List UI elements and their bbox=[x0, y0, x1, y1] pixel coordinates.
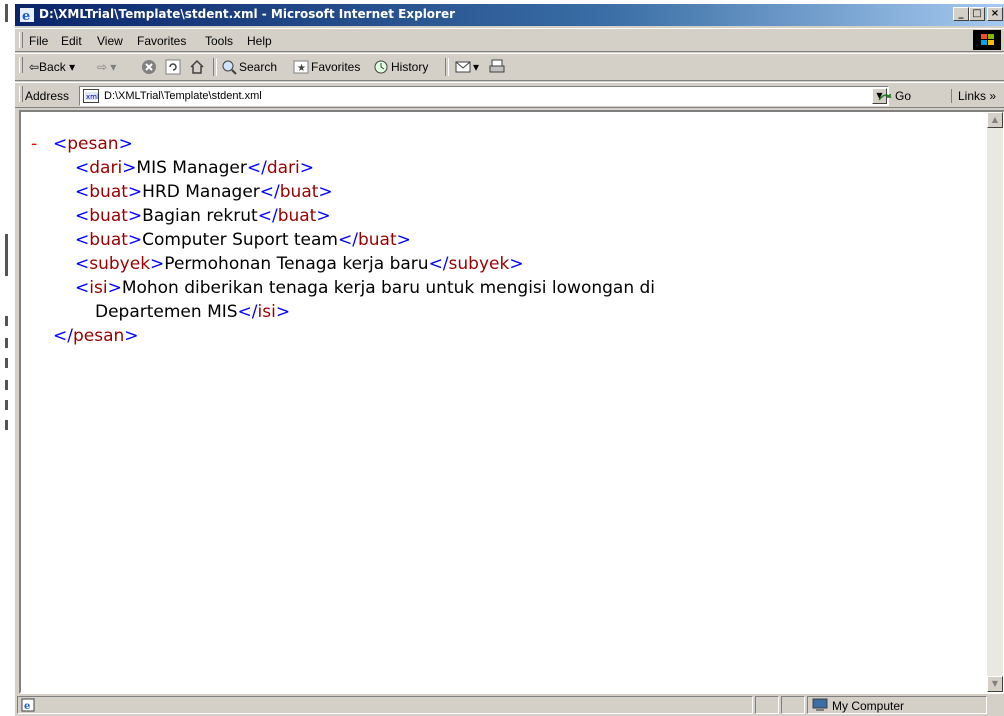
background-window-edge bbox=[0, 0, 14, 716]
address-url[interactable]: D:\XMLTrial\Template\stdent.xml bbox=[104, 90, 262, 102]
collapse-toggle[interactable]: - bbox=[31, 132, 53, 156]
menu-help[interactable]: Help bbox=[247, 34, 272, 48]
minimize-button[interactable]: _ bbox=[953, 7, 969, 21]
menu-tools[interactable]: Tools bbox=[205, 34, 233, 48]
back-button[interactable]: ⇦Back ▾ bbox=[29, 60, 75, 74]
status-bar: e My Computer bbox=[15, 694, 1004, 716]
element-text: Permohonan Tenaga kerja baru bbox=[164, 254, 429, 274]
xml-element-row: <isi>Mohon diberikan tenaga kerja baru u… bbox=[75, 278, 656, 298]
forward-button[interactable]: ⇨ ▾ bbox=[97, 60, 116, 74]
close-button[interactable]: × bbox=[987, 7, 1003, 21]
stop-icon[interactable] bbox=[141, 59, 157, 75]
xml-element-row: <buat>Computer Suport team</buat> bbox=[75, 230, 411, 250]
toolbar-grip[interactable] bbox=[19, 57, 23, 73]
xml-element-row: <subyek>Permohonan Tenaga kerja baru</su… bbox=[75, 254, 524, 274]
element-text: HRD Manager bbox=[142, 182, 260, 202]
xml-element-row: <buat>HRD Manager</buat> bbox=[75, 182, 333, 202]
content-pane[interactable]: - <pesan> <dari>MIS Manager</dari> <buat>… bbox=[19, 110, 1004, 694]
ie-window: e D:\XMLTrial\Template\stdent.xml - Micr… bbox=[14, 4, 1004, 716]
standard-toolbar: ⇦Back ▾ ⇨ ▾ Search ★ Favorites History ▾ bbox=[15, 53, 1004, 81]
go-button[interactable]: Go bbox=[895, 89, 911, 103]
ie-logo-icon: e bbox=[20, 8, 34, 23]
xml-element-row-continued: Departemen MIS</isi> bbox=[95, 302, 291, 322]
tag-name: subyek bbox=[89, 254, 151, 274]
status-panel-blank bbox=[755, 696, 779, 714]
toolbar-grip[interactable] bbox=[19, 86, 23, 102]
menu-view[interactable]: View bbox=[97, 34, 123, 48]
mail-icon bbox=[455, 61, 471, 73]
links-button[interactable]: Links » bbox=[951, 89, 996, 103]
tag-name: pesan bbox=[72, 326, 125, 346]
tag-name: buat bbox=[89, 182, 128, 202]
page-done-icon: e bbox=[21, 698, 35, 712]
home-icon[interactable] bbox=[189, 59, 205, 75]
svg-text:e: e bbox=[24, 701, 30, 712]
window-title: D:\XMLTrial\Template\stdent.xml - Micros… bbox=[39, 7, 456, 21]
tag-name: buat bbox=[89, 206, 128, 226]
toolbar-grip[interactable] bbox=[19, 32, 23, 48]
windows-throbber bbox=[973, 30, 1001, 50]
vertical-scrollbar[interactable]: ▲ ▼ bbox=[987, 112, 1003, 692]
windows-flag-icon bbox=[981, 34, 994, 45]
search-button[interactable]: Search bbox=[239, 60, 277, 74]
element-text: Bagian rekrut bbox=[142, 206, 258, 226]
xml-tree: - <pesan> <dari>MIS Manager</dari> <buat>… bbox=[31, 132, 655, 348]
status-main-panel: e bbox=[17, 696, 753, 714]
menu-bar: File Edit View Favorites Tools Help bbox=[15, 28, 1004, 52]
element-text: MIS Manager bbox=[136, 158, 247, 178]
tag-name: subyek bbox=[448, 254, 510, 274]
status-panel-blank bbox=[781, 696, 805, 714]
my-computer-icon bbox=[812, 698, 828, 711]
address-label: Address bbox=[25, 89, 70, 103]
favorites-button[interactable]: Favorites bbox=[311, 60, 360, 74]
element-text: Computer Suport team bbox=[142, 230, 338, 250]
xml-root-open: - <pesan> bbox=[31, 132, 133, 156]
links-label: Links bbox=[958, 89, 987, 103]
menu-favorites[interactable]: Favorites bbox=[137, 34, 186, 48]
svg-text:e: e bbox=[22, 9, 30, 23]
title-bar[interactable]: e D:\XMLTrial\Template\stdent.xml - Micr… bbox=[15, 4, 1004, 26]
history-button[interactable]: History bbox=[391, 60, 428, 74]
refresh-icon[interactable] bbox=[165, 59, 181, 75]
toolbar-separator bbox=[213, 58, 217, 76]
status-zone-label: My Computer bbox=[832, 699, 905, 713]
tag-name: pesan bbox=[67, 134, 119, 154]
element-text: Departemen MIS bbox=[95, 302, 238, 322]
history-icon bbox=[374, 60, 388, 74]
address-input[interactable]: xml D:\XMLTrial\Template\stdent.xml ▼ bbox=[79, 86, 889, 106]
search-icon bbox=[222, 60, 237, 75]
xml-root-close: </pesan> bbox=[53, 326, 139, 346]
svg-text:★: ★ bbox=[297, 63, 306, 74]
tag-name: buat bbox=[357, 230, 397, 250]
menu-file[interactable]: File bbox=[29, 34, 48, 48]
tag-name: isi bbox=[257, 302, 276, 322]
svg-text:xml: xml bbox=[86, 93, 99, 101]
go-arrow-icon bbox=[878, 94, 892, 101]
address-bar: Address xml D:\XMLTrial\Template\stdent.… bbox=[15, 82, 1004, 108]
favorites-icon: ★ bbox=[293, 60, 309, 74]
xml-element-row: <buat>Bagian rekrut</buat> bbox=[75, 206, 331, 226]
chevron-right-icon: » bbox=[989, 89, 997, 103]
tag-name: isi bbox=[89, 278, 108, 298]
scroll-down-button[interactable]: ▼ bbox=[987, 676, 1003, 692]
xml-page-icon: xml bbox=[83, 89, 99, 103]
tag-name: buat bbox=[279, 182, 319, 202]
maximize-button[interactable]: □ bbox=[969, 7, 985, 21]
element-text: Mohon diberikan tenaga kerja baru untuk … bbox=[121, 278, 656, 298]
scroll-up-button[interactable]: ▲ bbox=[987, 112, 1003, 128]
menu-edit[interactable]: Edit bbox=[61, 34, 82, 48]
print-icon[interactable] bbox=[489, 59, 505, 75]
toolbar-separator bbox=[445, 58, 449, 76]
xml-element-row: <dari>MIS Manager</dari> bbox=[75, 158, 314, 178]
tag-name: dari bbox=[89, 158, 123, 178]
status-zone-panel: My Computer bbox=[807, 696, 987, 714]
tag-name: dari bbox=[266, 158, 300, 178]
mail-dropdown-button[interactable]: ▾ bbox=[473, 60, 479, 74]
tag-name: buat bbox=[89, 230, 128, 250]
tag-name: buat bbox=[277, 206, 317, 226]
